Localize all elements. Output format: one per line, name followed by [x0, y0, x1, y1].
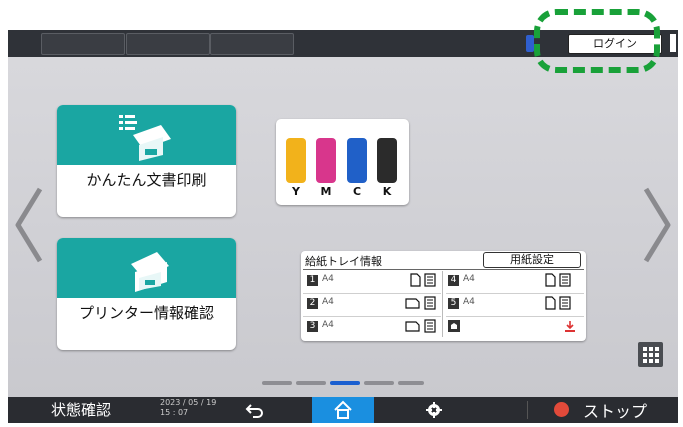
tray-row: 5 A4: [444, 295, 584, 316]
toner-letter: Y: [292, 185, 300, 198]
tile-header: [57, 238, 236, 298]
toner-yellow-bar: [286, 138, 306, 183]
top-slot-2: [126, 33, 210, 55]
date-time-display: 2023 / 05 / 19 15 : 07: [160, 398, 216, 418]
divider: [527, 401, 528, 419]
tray-row: 4 A4: [444, 272, 584, 293]
time-text: 15 : 07: [160, 408, 189, 417]
home-button[interactable]: [312, 397, 374, 423]
tile-label: かんたん文書印刷: [86, 171, 207, 189]
row-divider: [446, 293, 584, 294]
top-bar-edge: [670, 34, 676, 52]
grid-icon: [643, 347, 659, 363]
tray-title: 給紙トレイ情報: [305, 255, 382, 268]
page-indicator-1[interactable]: [262, 381, 292, 385]
landscape-paper-icon: [405, 319, 436, 333]
tray-row: 3 A4: [301, 318, 441, 339]
next-page-arrow-icon[interactable]: [640, 185, 674, 265]
row-divider: [303, 293, 441, 294]
top-slot-1: [41, 33, 125, 55]
status-check-button[interactable]: 状態確認: [51, 399, 111, 420]
page-indicator-3-active[interactable]: [330, 381, 360, 385]
bypass-tray-row: [444, 318, 584, 339]
top-slot-3: [210, 33, 294, 55]
bypass-tray-icon: [448, 320, 460, 332]
page-indicator-4[interactable]: [364, 381, 394, 385]
printer-info-icon: [131, 252, 169, 292]
login-highlight-annotation: [534, 9, 660, 73]
paper-empty-warning-icon: [565, 321, 575, 332]
tray-number: 1: [307, 275, 318, 286]
status-indicator: [526, 35, 534, 52]
stop-icon[interactable]: [554, 402, 569, 417]
toner-letter: K: [382, 185, 392, 198]
paper-size: A4: [463, 297, 475, 307]
tray-number: 2: [307, 298, 318, 309]
divider: [303, 269, 584, 270]
toner-level-widget[interactable]: Y M C K: [276, 119, 409, 205]
tray-number: 4: [448, 275, 459, 286]
paper-size: A4: [322, 297, 334, 307]
tray-row: 1 A4: [301, 272, 441, 293]
toner-magenta-bar: [316, 138, 336, 183]
document-print-icon: [119, 115, 171, 161]
easy-document-print-tile[interactable]: かんたん文書印刷: [57, 105, 236, 217]
home-icon: [334, 400, 352, 419]
paper-settings-button[interactable]: 用紙設定: [483, 252, 581, 268]
toner-letter: M: [320, 185, 332, 198]
landscape-paper-icon: [405, 296, 436, 310]
page-indicator-2[interactable]: [296, 381, 326, 385]
portrait-paper-icon: [545, 296, 571, 310]
gear-icon[interactable]: [426, 402, 442, 418]
divider: [442, 271, 443, 337]
toner-letter: C: [352, 185, 362, 198]
row-divider: [446, 316, 584, 317]
stop-button[interactable]: ストップ: [583, 398, 647, 422]
tray-number: 3: [307, 321, 318, 332]
row-divider: [303, 316, 441, 317]
date-text: 2023 / 05 / 19: [160, 398, 217, 407]
portrait-paper-icon: [545, 273, 571, 287]
paper-size: A4: [322, 274, 334, 284]
bottom-bar: 状態確認 2023 / 05 / 19 15 : 07 ストップ: [8, 397, 678, 423]
tray-row: 2 A4: [301, 295, 441, 316]
paper-tray-widget[interactable]: 給紙トレイ情報 用紙設定 1 A4 2 A4 3 A4 4 A4 5 A4: [301, 251, 586, 341]
tile-header: [57, 105, 236, 165]
paper-size: A4: [322, 320, 334, 330]
portrait-paper-icon: [410, 273, 436, 287]
toner-black-bar: [377, 138, 397, 183]
printer-home-screen: ログイン かんたん文書印刷 プリンター情報確認 Y M C K 給紙トレイ情報 …: [0, 0, 683, 427]
page-indicator-5[interactable]: [398, 381, 424, 385]
paper-size: A4: [463, 274, 475, 284]
tile-label: プリンター情報確認: [78, 304, 214, 322]
back-icon[interactable]: [245, 402, 265, 418]
prev-page-arrow-icon[interactable]: [12, 185, 46, 265]
app-list-button[interactable]: [638, 342, 663, 367]
toner-cyan-bar: [347, 138, 367, 183]
printer-info-tile[interactable]: プリンター情報確認: [57, 238, 236, 350]
tray-number: 5: [448, 298, 459, 309]
